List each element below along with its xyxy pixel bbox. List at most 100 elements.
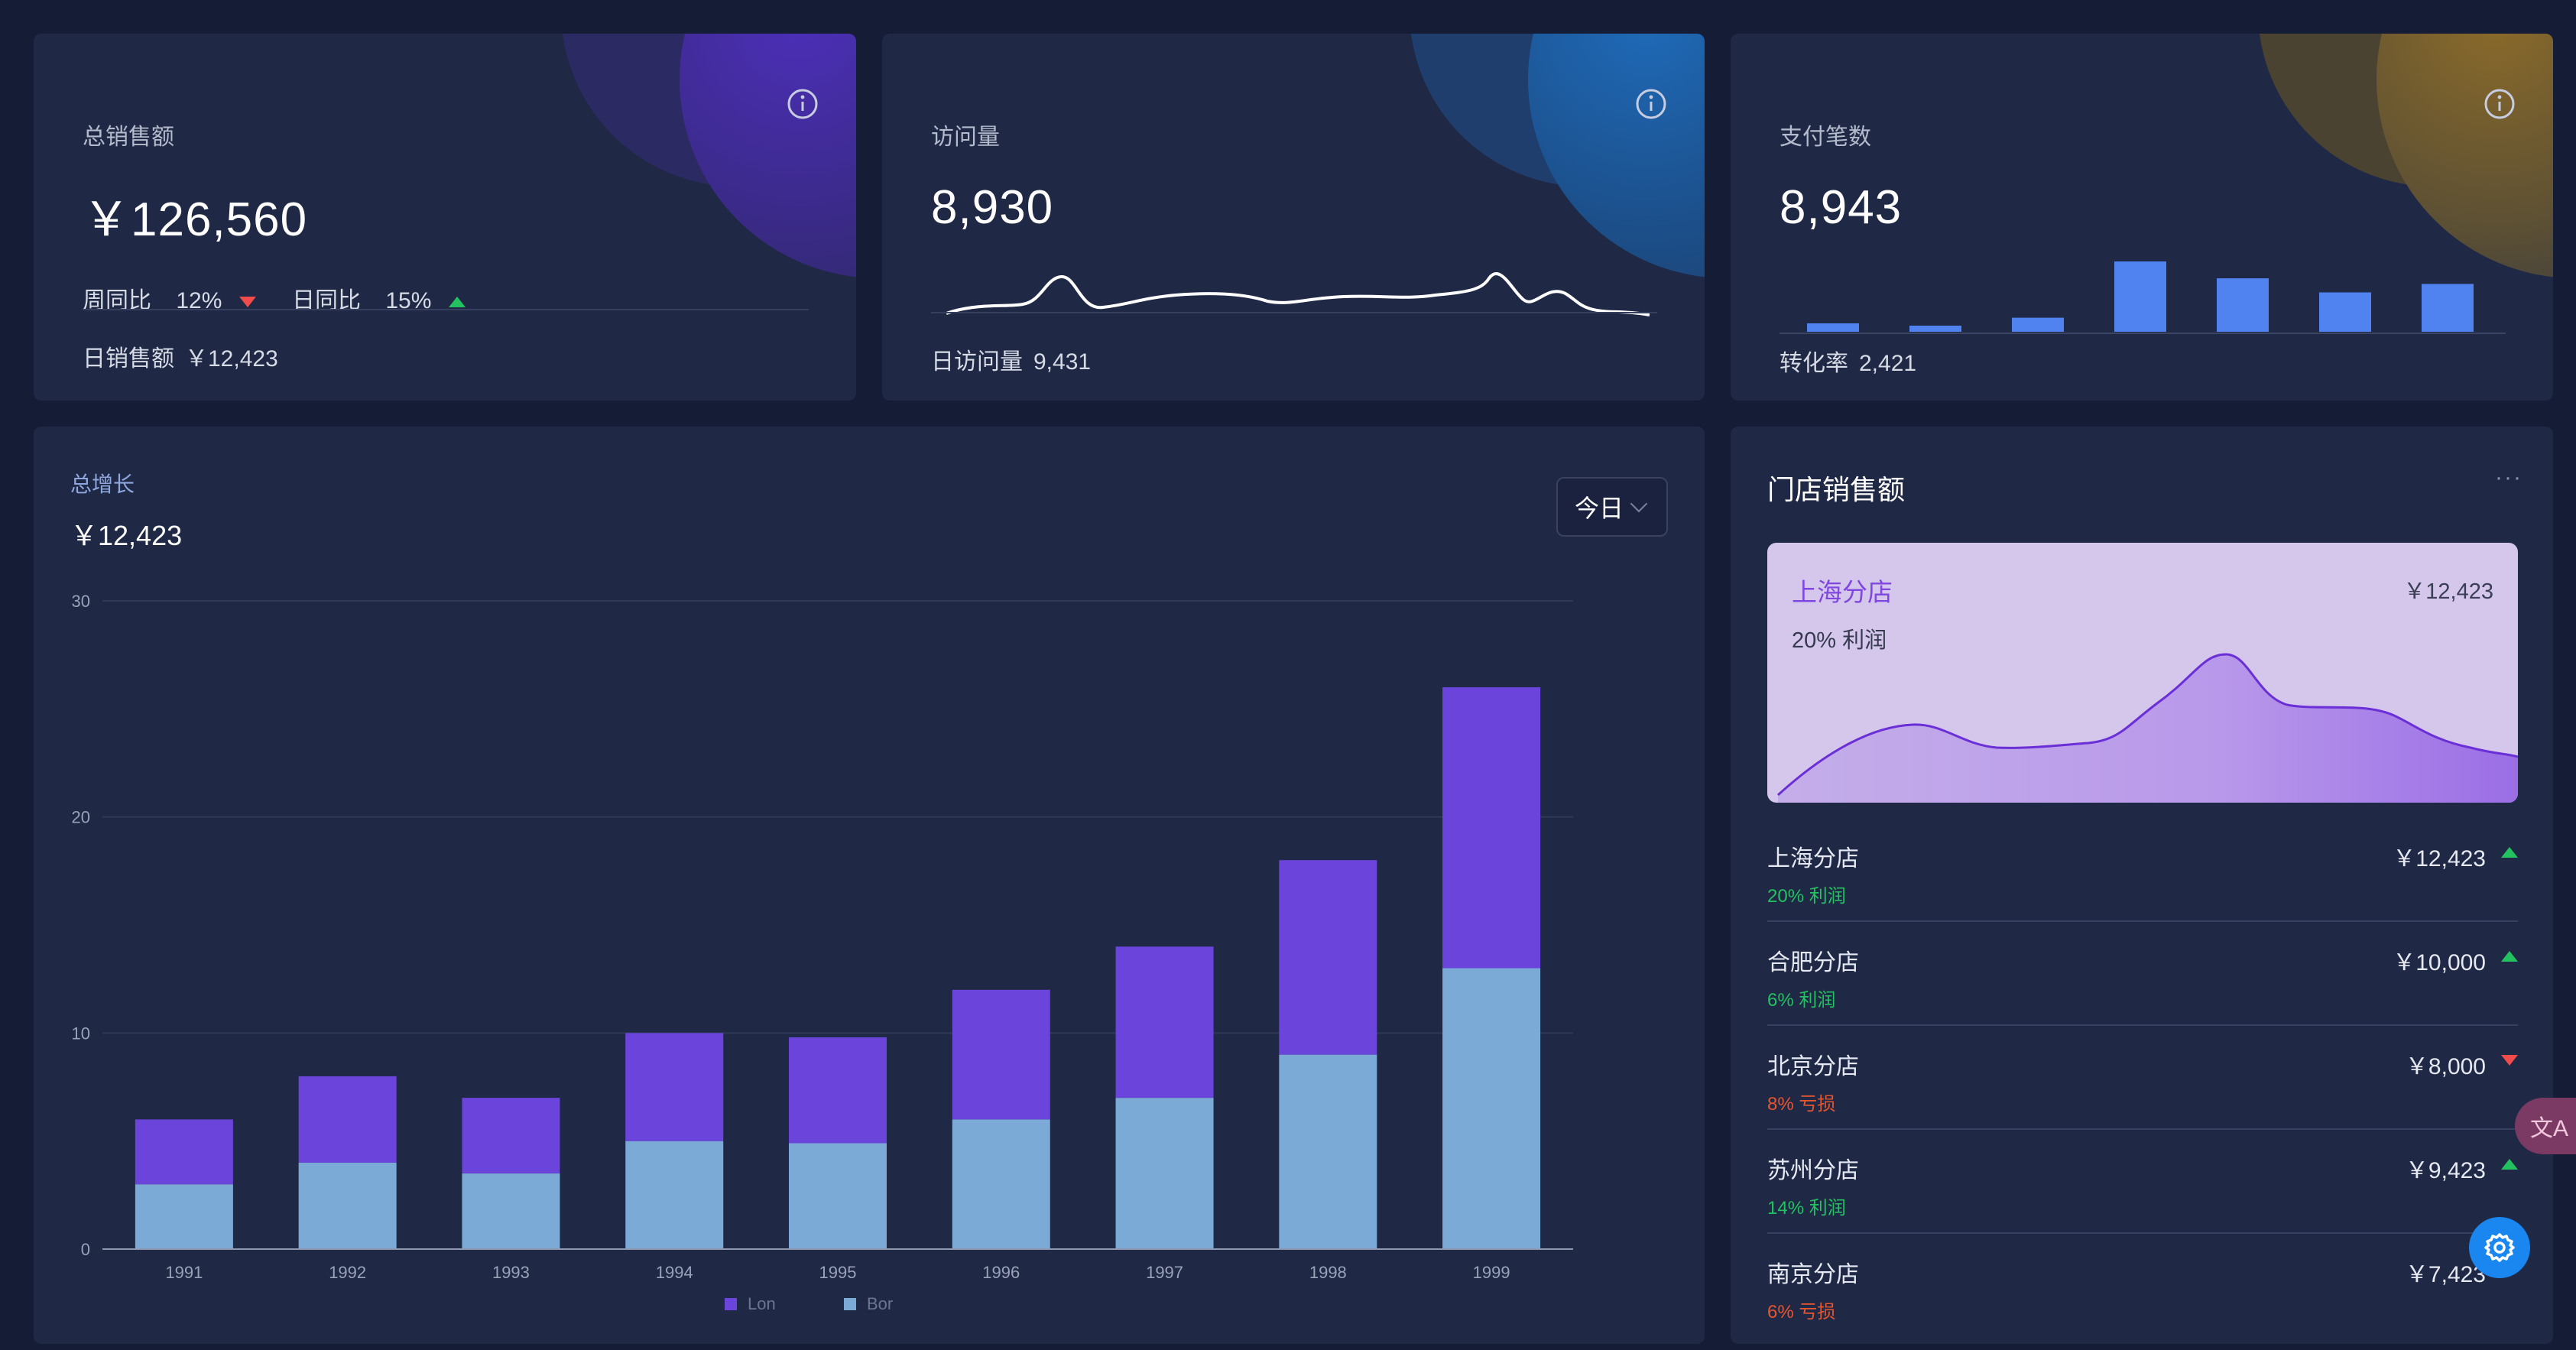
bar-bor[interactable] [625, 1141, 724, 1249]
bar-bor[interactable] [135, 1184, 233, 1249]
growth-bar-chart: 0 10 20 30 1991 1992 1993 1994 1995 1996 1997 1998 1… [72, 592, 1573, 1313]
payments-label: 支付笔数 [1780, 125, 1871, 150]
daily-sales-label: 日销售额 [83, 346, 174, 372]
daily-visits-label: 日访问量 [931, 349, 1023, 375]
translate-button[interactable]: 文A [2515, 1098, 2576, 1154]
info-icon[interactable] [786, 87, 819, 121]
daily-sales-value: ￥12,423 [185, 346, 278, 372]
trend-up-icon [2501, 951, 2518, 962]
store-list-item[interactable]: 上海分店 20% 利润 ￥12,423 [1767, 818, 2518, 922]
bar-lon[interactable] [298, 1076, 397, 1163]
trend-up-icon [448, 297, 466, 308]
sales-card-decoration-2 [680, 34, 856, 278]
trend-up-icon [2501, 847, 2518, 858]
conversion-rate: 转化率 2,421 [1780, 344, 1916, 378]
store-hero-card[interactable]: 上海分店 ￥12,423 20% 利润 [1767, 543, 2518, 803]
info-icon[interactable] [1634, 87, 1668, 121]
bar-lon[interactable] [135, 1119, 233, 1185]
store-name: 苏州分店 [1767, 1158, 1859, 1183]
bar-bor[interactable] [462, 1173, 560, 1249]
legend-label[interactable]: Bor [867, 1294, 893, 1313]
store-list-item[interactable]: 合肥分店 6% 利润 ￥10,000 [1767, 922, 2518, 1026]
hero-store-name: 上海分店 [1792, 578, 1893, 606]
visits-card-decoration-2 [1528, 34, 1705, 278]
store-amount: ￥10,000 [2393, 950, 2486, 975]
bar-lon[interactable] [462, 1098, 560, 1174]
store-list-item[interactable]: 苏州分店 14% 利润 ￥9,423 [1767, 1130, 2518, 1234]
store-list-item[interactable]: 南京分店 6% 亏损 ￥7,423 [1767, 1234, 2518, 1338]
payments-mini-bar-chart [1780, 261, 2506, 334]
mini-bar [2012, 317, 2064, 332]
mini-bar [2114, 261, 2166, 332]
daily-visits: 日访问量 9,431 [931, 342, 1091, 376]
bar-bor[interactable] [1115, 1098, 1214, 1249]
store-amount: ￥12,423 [2393, 846, 2486, 871]
growth-card: 总增长 ￥12,423 今日 0 10 20 30 1991 1992 1993 1994 19… [34, 427, 1705, 1344]
legend-swatch[interactable] [725, 1298, 737, 1310]
conversion-value: 2,421 [1859, 351, 1917, 376]
bar-lon[interactable] [1115, 946, 1214, 1098]
bar-lon[interactable] [952, 989, 1050, 1120]
trend-down-icon [2501, 1055, 2518, 1066]
visits-label: 访问量 [931, 125, 1000, 150]
bar-lon[interactable] [1279, 860, 1377, 1055]
translate-icon: 文A [2530, 1116, 2569, 1141]
store-name: 上海分店 [1767, 846, 1859, 871]
x-tick-label: 1997 [1146, 1263, 1183, 1282]
x-tick-label: 1994 [656, 1263, 693, 1282]
store-name: 南京分店 [1767, 1262, 1859, 1287]
sales-divider [83, 309, 809, 310]
bar-bor[interactable] [1442, 968, 1541, 1249]
hero-store-profit: 20% 利润 [1792, 628, 1887, 653]
trend-up-icon [2501, 1159, 2518, 1170]
store-profit: 20% 利润 [1767, 886, 1846, 907]
trend-down-icon [238, 297, 256, 308]
y-tick-label: 30 [72, 592, 90, 611]
mini-bar [2217, 278, 2269, 332]
store-list-item[interactable]: 北京分店 8% 亏损 ￥8,000 [1767, 1026, 2518, 1130]
visits-sparkline [946, 272, 1650, 316]
bar-bor[interactable] [1279, 1054, 1377, 1249]
x-tick-label: 1993 [492, 1263, 530, 1282]
legend-label[interactable]: Lon [748, 1294, 776, 1313]
store-profit: 14% 利润 [1767, 1198, 1846, 1219]
x-tick-label: 1991 [165, 1263, 203, 1282]
x-tick-label: 1998 [1309, 1263, 1347, 1282]
legend-swatch[interactable] [844, 1298, 856, 1310]
bar-bor[interactable] [298, 1162, 397, 1249]
info-icon[interactable] [2483, 87, 2516, 121]
visits-card: 访问量 8,930 日访问量 9,431 [882, 34, 1705, 401]
payments-card: 支付笔数 8,943 转化率 2,421 [1731, 34, 2553, 401]
hero-store-amount: ￥12,423 [2403, 579, 2493, 604]
sales-value: ￥126,560 [83, 193, 308, 246]
store-amount: ￥9,423 [2405, 1158, 2486, 1183]
bar-lon[interactable] [789, 1037, 887, 1144]
store-name: 北京分店 [1767, 1054, 1859, 1079]
store-sales-card: 门店销售额 ··· 上海分店 ￥12,423 20% 利润 上海分店 20% 利润… [1731, 427, 2553, 1344]
bar-lon[interactable] [1442, 687, 1541, 969]
x-tick-label: 1996 [982, 1263, 1020, 1282]
more-icon[interactable]: ··· [2495, 465, 2522, 491]
bar-lon[interactable] [625, 1033, 724, 1141]
y-tick-label: 20 [72, 808, 90, 827]
x-tick-label: 1999 [1473, 1263, 1510, 1282]
store-name: 合肥分店 [1767, 950, 1859, 975]
mini-bar [2319, 292, 2371, 332]
bar-bor[interactable] [789, 1143, 887, 1249]
x-tick-label: 1992 [329, 1263, 366, 1282]
sales-label: 总销售额 [83, 125, 174, 150]
store-profit: 8% 亏损 [1767, 1094, 1836, 1115]
gear-icon [2484, 1233, 2515, 1262]
visits-divider [931, 312, 1657, 313]
daily-visits-value: 9,431 [1033, 349, 1092, 375]
settings-button[interactable] [2469, 1217, 2530, 1278]
store-profit: 6% 亏损 [1767, 1302, 1836, 1322]
store-amount: ￥8,000 [2405, 1054, 2486, 1079]
x-tick-label: 1995 [819, 1263, 857, 1282]
y-tick-label: 10 [72, 1024, 90, 1043]
mini-bar [1807, 323, 1859, 332]
y-tick-label: 0 [81, 1240, 90, 1259]
bar-bor[interactable] [952, 1119, 1050, 1249]
daily-sales: 日销售额 ￥12,423 [83, 339, 278, 373]
mini-bar [2422, 284, 2474, 332]
